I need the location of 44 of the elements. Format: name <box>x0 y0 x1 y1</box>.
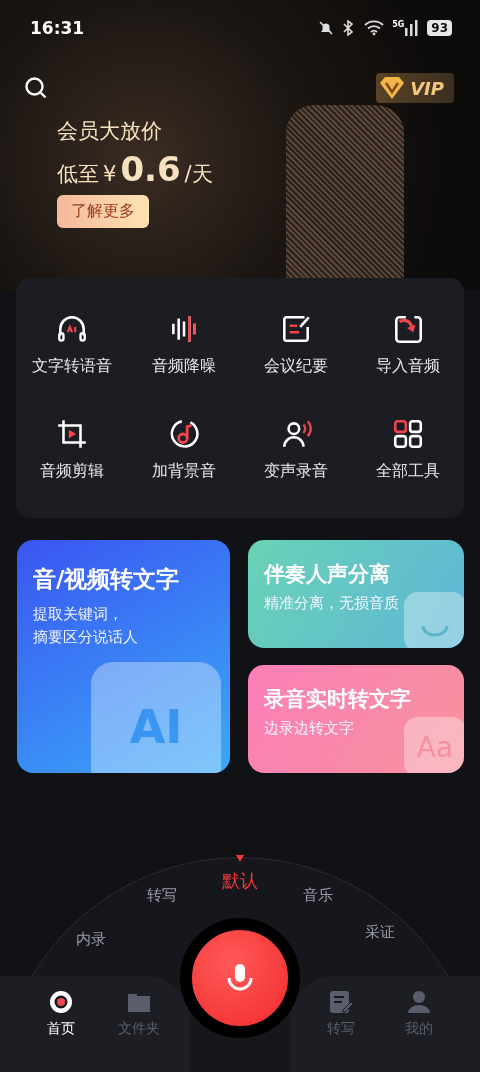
tool-icon <box>391 417 425 451</box>
card-subtitle: 提取关键词， 摘要区分说话人 <box>33 604 139 649</box>
currency-symbol: ¥ <box>103 162 117 186</box>
tool-item[interactable]: 导入音频 <box>352 312 464 377</box>
card-subtitle: 精准分离，无损音质 <box>264 593 400 614</box>
bell-off-icon <box>318 19 335 36</box>
tool-item[interactable]: 文字转语音 <box>16 312 128 377</box>
tool-item[interactable]: 音频降噪 <box>128 312 240 377</box>
mode-option[interactable]: 内录 <box>76 930 107 950</box>
tool-item[interactable]: 会议纪要 <box>240 312 352 377</box>
tool-item[interactable]: 变声录音 <box>240 417 352 482</box>
battery-level: 93 <box>427 19 452 36</box>
mode-option[interactable]: 转写 <box>146 886 177 905</box>
tool-item[interactable]: 加背景音 <box>128 417 240 482</box>
price-prefix: 低至 <box>57 161 99 188</box>
home-tab-icon <box>49 990 73 1014</box>
tab-item[interactable]: 首页 <box>22 976 100 1072</box>
feature-card[interactable]: 音/视频转文字 提取关键词， 摘要区分说话人 AI <box>17 540 230 773</box>
card-title: 音/视频转文字 <box>33 565 181 594</box>
ai-tile-art: AI <box>91 662 221 773</box>
search-icon[interactable] <box>24 76 48 100</box>
promo-headline: 会员大放价 <box>57 118 163 145</box>
card-title: 伴奏人声分离 <box>264 561 391 588</box>
price-value: 0.6 <box>120 149 181 189</box>
learn-more-button[interactable]: 了解更多 <box>57 195 149 228</box>
price-unit: /天 <box>184 161 213 188</box>
mode-option[interactable]: 音乐 <box>303 886 334 905</box>
card-title: 录音实时转文字 <box>264 686 412 713</box>
diamond-icon <box>378 75 407 101</box>
status-time: 16:31 <box>30 17 85 38</box>
pointer-icon <box>236 855 244 862</box>
profile-tab-icon <box>407 990 431 1014</box>
smile-tile-art <box>404 592 464 648</box>
tool-item[interactable]: 全部工具 <box>352 417 464 482</box>
mode-option[interactable]: 默认 <box>222 869 258 893</box>
tool-item[interactable]: 音频剪辑 <box>16 417 128 482</box>
signal-icon <box>405 19 420 36</box>
network-label: 5G <box>392 19 405 29</box>
mode-option[interactable]: 采证 <box>365 922 396 942</box>
tool-icon <box>55 417 89 451</box>
card-subtitle: 边录边转文字 <box>264 718 355 739</box>
wifi-icon <box>364 19 385 36</box>
transcribe-tab-icon <box>329 990 353 1014</box>
vip-badge[interactable]: VIP <box>376 73 454 103</box>
